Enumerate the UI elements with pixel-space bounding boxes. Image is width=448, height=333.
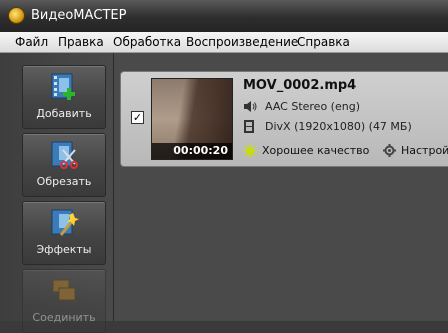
file-item[interactable]: ✓ 00:00:20 MOV_0002.mp4 AAC Stereo (eng)… xyxy=(120,71,448,167)
app-logo-icon xyxy=(9,8,24,23)
menu-processing[interactable]: Обработка xyxy=(113,35,181,49)
cut-button[interactable]: Обрезать xyxy=(22,133,106,197)
gear-icon xyxy=(383,144,396,157)
menu-edit[interactable]: Правка xyxy=(58,35,104,49)
menu-help[interactable]: Справка xyxy=(297,35,350,49)
add-video-icon xyxy=(51,73,75,100)
title-bar: ВидеоМАСТЕР xyxy=(0,0,448,32)
video-duration: 00:00:20 xyxy=(152,143,232,159)
file-checkbox[interactable]: ✓ xyxy=(131,111,144,124)
quality-label: Хорошее качество xyxy=(262,144,370,157)
add-button[interactable]: Добавить xyxy=(22,65,106,129)
film-icon xyxy=(244,120,254,133)
menu-file[interactable]: Файл xyxy=(15,35,48,49)
join-button-label: Соединить xyxy=(32,311,96,324)
effects-wand-icon xyxy=(51,209,79,236)
video-format: DivX (1920x1080) (47 МБ) xyxy=(265,120,412,133)
speaker-icon xyxy=(244,101,257,112)
window-title: ВидеоМАСТЕР xyxy=(31,8,127,23)
join-button[interactable]: Соединить xyxy=(22,269,106,333)
quality-star-icon xyxy=(243,144,257,158)
effects-button[interactable]: Эффекты xyxy=(22,201,106,265)
file-list-area: ✓ 00:00:20 MOV_0002.mp4 AAC Stereo (eng)… xyxy=(114,53,448,321)
audio-format: AAC Stereo (eng) xyxy=(265,100,360,113)
sidebar: Добавить Обрезать Эффекты Соединить xyxy=(0,53,114,333)
video-thumbnail[interactable]: 00:00:20 xyxy=(151,78,233,160)
menu-bar: Файл Правка Обработка Воспроизведение Сп… xyxy=(0,32,448,53)
cut-button-label: Обрезать xyxy=(36,175,92,188)
cut-video-icon xyxy=(51,141,78,169)
menu-playback[interactable]: Воспроизведение xyxy=(186,35,298,49)
join-video-icon xyxy=(52,279,76,301)
effects-button-label: Эффекты xyxy=(36,243,92,256)
settings-label: Настройки xyxy=(401,144,448,157)
file-name: MOV_0002.mp4 xyxy=(243,78,357,93)
add-button-label: Добавить xyxy=(36,107,92,120)
